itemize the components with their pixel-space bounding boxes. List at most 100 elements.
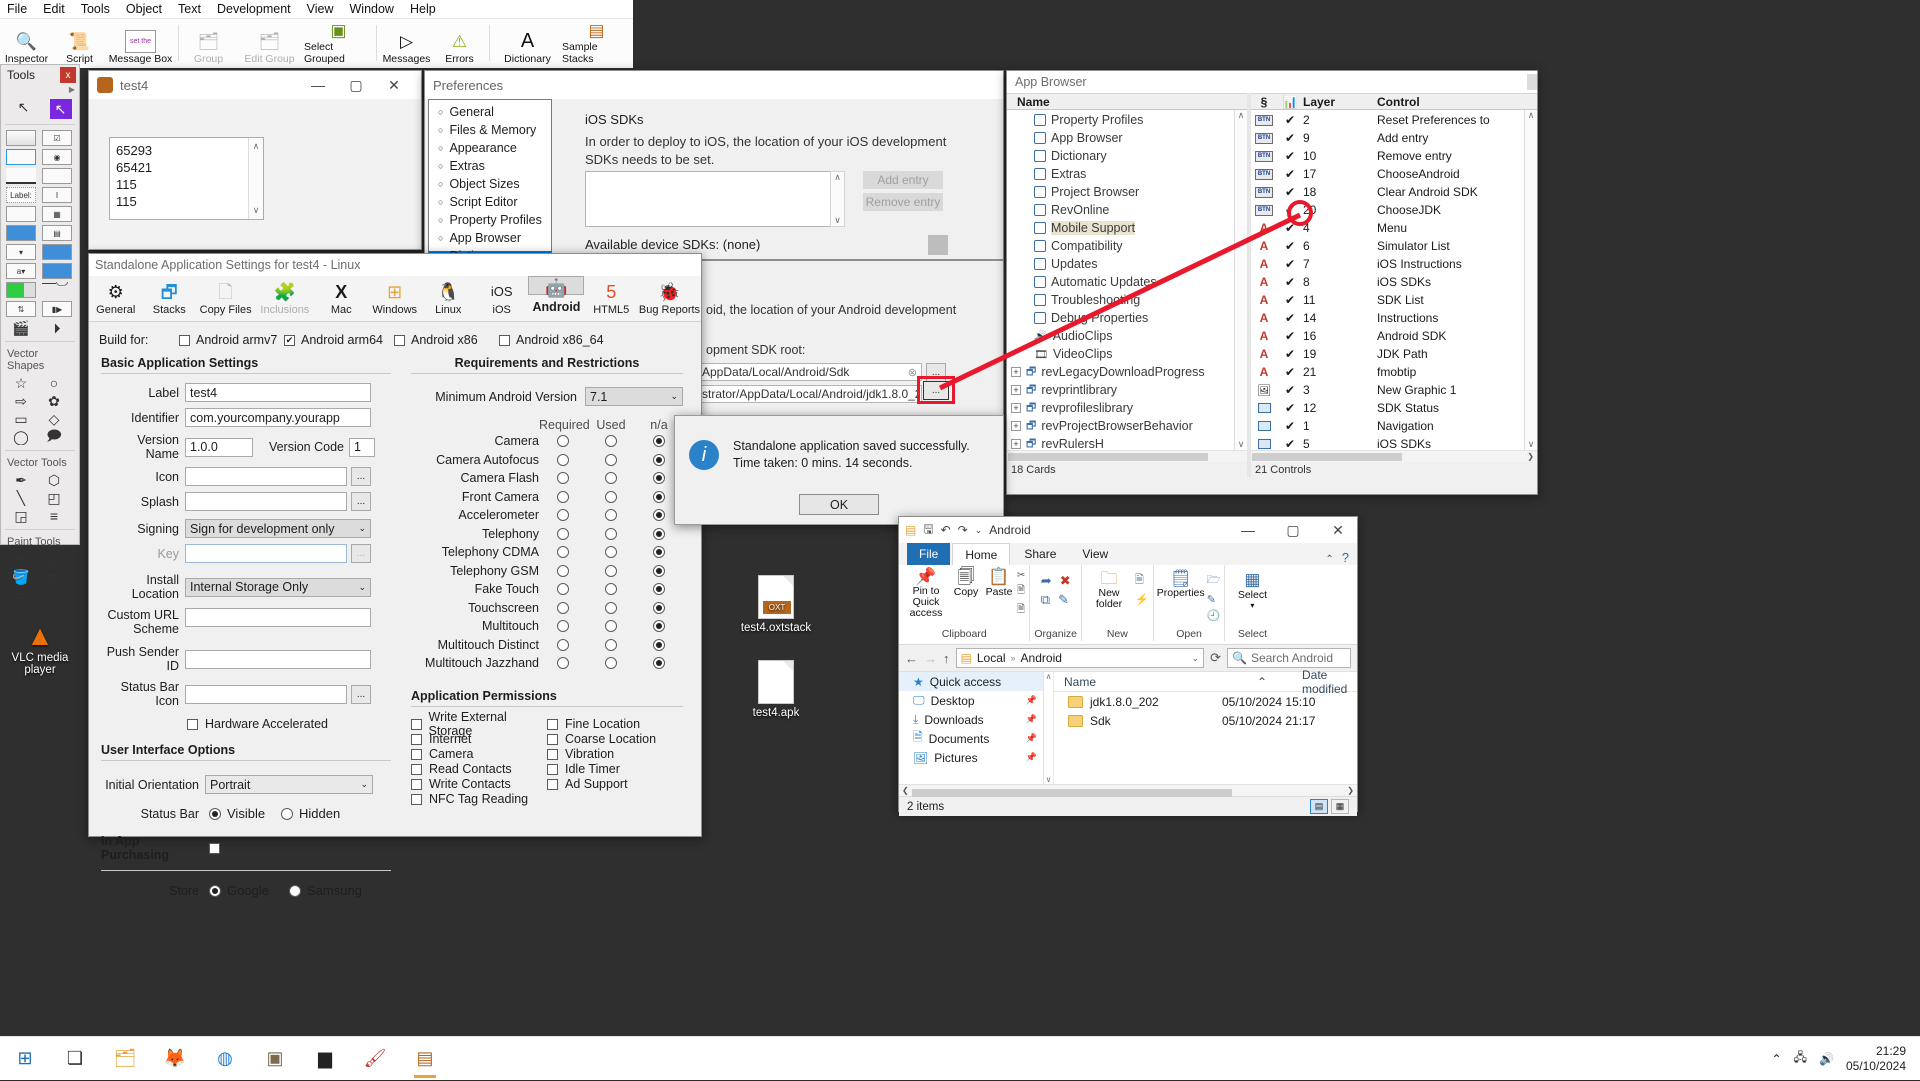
easy-access-icon[interactable]: ⚡ xyxy=(1135,593,1149,606)
visible-check[interactable]: ✔ xyxy=(1277,185,1303,199)
control-row[interactable]: BTN ✔ 20 ChooseJDK xyxy=(1251,201,1524,219)
file-explorer-icon[interactable]: 🗂 xyxy=(100,1037,150,1081)
arrow-right-icon[interactable]: → xyxy=(924,651,937,666)
control-row[interactable]: BTN ✔ 2 Reset Preferences to xyxy=(1251,111,1524,129)
radio-used[interactable] xyxy=(587,564,635,577)
control-row[interactable]: BTN ✔ 9 Add entry xyxy=(1251,129,1524,147)
checkbox-permission[interactable]: Ad Support xyxy=(547,777,683,791)
identifier-input[interactable]: com.yourcompany.yourapp xyxy=(185,408,371,427)
radio-required[interactable] xyxy=(539,583,587,596)
radio-used[interactable] xyxy=(587,472,635,485)
radio-required[interactable] xyxy=(539,453,587,466)
chevron-up-icon[interactable]: ⌃ xyxy=(1772,1052,1782,1066)
pref-cat-app-browser[interactable]: ○ App Browser xyxy=(429,229,551,247)
curve-icon[interactable]: ⌒ xyxy=(39,587,69,603)
tab-html5[interactable]: 5 HTML5 xyxy=(584,276,638,321)
back-shape-icon[interactable]: ◲ xyxy=(6,508,36,524)
pref-cat-appearance[interactable]: ○ Appearance xyxy=(429,139,551,157)
toolbar-group[interactable]: 🗂 Group xyxy=(182,19,235,67)
scroll-down-icon[interactable]: ∨ xyxy=(834,215,841,226)
menu-help[interactable]: Help xyxy=(407,1,439,17)
ok-button[interactable]: OK xyxy=(799,494,879,515)
close-icon[interactable]: x xyxy=(60,67,76,83)
radio-used[interactable] xyxy=(587,620,635,633)
tree-row[interactable]: Automatic Updates xyxy=(1007,273,1234,291)
tree-row[interactable]: Updates xyxy=(1007,255,1234,273)
splash-browse-button[interactable]: ... xyxy=(351,492,371,511)
diamond-icon[interactable]: ◇ xyxy=(39,411,69,427)
file-row[interactable]: Sdk 05/10/2024 21:17 xyxy=(1054,711,1357,730)
undo-icon[interactable]: ↶ xyxy=(941,523,951,537)
livecode-icon[interactable]: ▣ xyxy=(250,1037,300,1081)
chevron-down-icon[interactable]: ⌄ xyxy=(1192,653,1200,664)
tab-windows[interactable]: ⊞ Windows xyxy=(368,276,422,321)
radio-required[interactable] xyxy=(539,490,587,503)
resize-grip[interactable] xyxy=(928,235,948,255)
edit-pointer-icon[interactable]: ↖ xyxy=(49,99,72,119)
radio-na[interactable] xyxy=(635,546,683,559)
radio-na[interactable] xyxy=(635,638,683,651)
radio-required[interactable] xyxy=(539,435,587,448)
scrolling-field-tool[interactable] xyxy=(6,206,36,222)
scroll-right-icon[interactable]: ❯ xyxy=(1527,452,1537,461)
radio-used[interactable] xyxy=(587,546,635,559)
pref-cat-files-memory[interactable]: ○ Files & Memory xyxy=(429,121,551,139)
radio-button-tool[interactable]: ◉ xyxy=(42,149,72,165)
expand-icon[interactable]: + xyxy=(1011,385,1021,395)
tab-linux[interactable]: 🐧 Linux xyxy=(421,276,475,321)
paint-icon[interactable]: 🖌 xyxy=(350,1037,400,1081)
search-input[interactable]: 🔍 Search Android xyxy=(1227,648,1351,668)
tree-row[interactable]: Mobile Support xyxy=(1007,219,1234,237)
tab-inclusions[interactable]: 🧩 Inclusions xyxy=(255,276,314,321)
tab-mac[interactable]: X Mac xyxy=(314,276,368,321)
control-row[interactable]: A ✔ 19 JDK Path xyxy=(1251,345,1524,363)
radio-store-google[interactable]: Google xyxy=(209,883,289,898)
save-icon[interactable]: 🖫 xyxy=(923,520,933,541)
eraser-icon[interactable]: ▱ xyxy=(6,587,36,603)
toolbar-select-grouped[interactable]: ▣ Select Grouped xyxy=(304,19,373,67)
label-button-tool[interactable] xyxy=(6,168,36,184)
status-bar-icon-input[interactable] xyxy=(185,684,347,704)
tree-row[interactable]: + 🗗 revProjectBrowserBehavior xyxy=(1007,417,1234,435)
resize-grip[interactable] xyxy=(1527,74,1537,90)
sidebar-item-desktop[interactable]: 🖵 Desktop 📌 xyxy=(899,691,1043,710)
control-row[interactable]: A ✔ 14 Instructions xyxy=(1251,309,1524,327)
pref-cat-script-editor[interactable]: ○ Script Editor xyxy=(429,193,551,211)
signing-select[interactable]: Sign for development only ⌄ xyxy=(185,519,371,538)
tab-bug-reports[interactable]: 🐞 Bug Reports xyxy=(638,276,701,321)
toolbar-script[interactable]: 📜 Script xyxy=(53,19,106,67)
checkbox-android-x86[interactable]: Android x86 xyxy=(394,333,499,347)
checkbox-permission[interactable]: Coarse Location xyxy=(547,732,683,746)
label-field-input[interactable]: test4 xyxy=(185,383,371,402)
column-date-modified[interactable]: Date modified xyxy=(1302,668,1357,696)
checkbox-permission[interactable]: Internet xyxy=(411,732,547,746)
combo-box-tool[interactable]: a▾ xyxy=(6,263,36,279)
tree-row[interactable]: Extras xyxy=(1007,165,1234,183)
radio-used[interactable] xyxy=(587,490,635,503)
radio-required[interactable] xyxy=(539,638,587,651)
file-row[interactable]: jdk1.8.0_202 05/10/2024 15:10 xyxy=(1054,692,1357,711)
radio-required[interactable] xyxy=(539,509,587,522)
pref-cat-extras[interactable]: ○ Extras xyxy=(429,157,551,175)
option-menu-tool[interactable]: ▾ xyxy=(6,244,36,260)
tree-row[interactable]: + 🗗 revRulersH xyxy=(1007,435,1234,450)
tree-scrollbar[interactable]: ∧ ∨ xyxy=(1234,110,1247,450)
chrome-icon[interactable]: ◍ xyxy=(200,1037,250,1081)
speech-bubble-icon[interactable]: 🗩 xyxy=(39,429,69,445)
sidebar-item-pictures[interactable]: 🖼 Pictures 📌 xyxy=(899,748,1043,767)
icon-browse-button[interactable]: ... xyxy=(351,467,371,486)
firefox-icon[interactable]: 🦊 xyxy=(150,1037,200,1081)
control-row[interactable]: ✔ 12 SDK Status xyxy=(1251,399,1524,417)
pref-cat-object-sizes[interactable]: ○ Object Sizes xyxy=(429,175,551,193)
checkbox-permission[interactable]: Write Contacts xyxy=(411,777,547,791)
tree-horizontal-scrollbar[interactable] xyxy=(1007,450,1247,462)
new-folder-button[interactable]: 🗀 New folder xyxy=(1086,569,1132,610)
menu-edit[interactable]: Edit xyxy=(40,1,68,17)
visible-check[interactable]: ✔ xyxy=(1277,167,1303,181)
visible-check[interactable]: ✔ xyxy=(1277,401,1303,415)
windows-start-icon[interactable]: ⊞ xyxy=(0,1037,50,1081)
tree-row[interactable]: RevOnline xyxy=(1007,201,1234,219)
select-button[interactable]: ▦ Select ▾ xyxy=(1229,567,1275,610)
column-name[interactable]: Name xyxy=(1054,675,1222,689)
desktop-icon-vlc[interactable]: ▲ VLC media player xyxy=(0,620,80,676)
